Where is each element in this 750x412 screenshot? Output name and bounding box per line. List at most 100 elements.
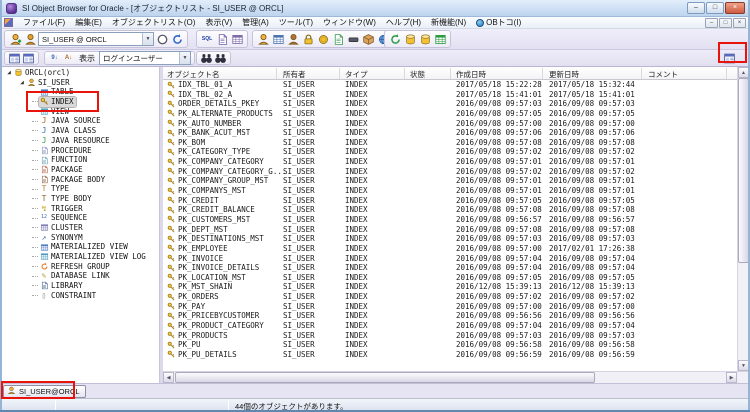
scroll-left-icon[interactable]: ◀ (163, 372, 174, 383)
view-mode-select[interactable]: ログインユーザー ▼ (99, 51, 191, 65)
table-row[interactable]: PK_INVOICE SI_USER INDEX 2016/09/08 09:57:0… (163, 254, 737, 264)
refresh-icon[interactable] (170, 32, 184, 46)
obtoko-menu[interactable]: OBトコ(I) (471, 17, 526, 28)
panel-splitter[interactable] (160, 67, 163, 383)
table-row[interactable]: PK_INVOICE_DETAILS SI_USER INDEX 2016/09/08… (163, 263, 737, 273)
file-menu[interactable]: ファイル(F) (18, 17, 70, 28)
table-row[interactable]: PK_CATEGORY_TYPE SI_USER INDEX 2016/09/08 0… (163, 147, 737, 157)
table-row[interactable]: IDX_TBL_01_A SI_USER INDEX 2017/05/18 15:22… (163, 80, 737, 90)
table-row[interactable]: PK_PRODUCT_CATEGORY SI_USER INDEX 2016/09/0… (163, 321, 737, 331)
column-header-5[interactable]: 更新日時 (549, 69, 579, 80)
data-transfer-icon[interactable] (433, 32, 447, 46)
table-row[interactable]: PK_ALTERNATE_PRODUCTS SI_USER INDEX 2016/09… (163, 109, 737, 119)
table-row[interactable]: PK_BANK_ACUT_MST SI_USER INDEX 2016/09/08 0… (163, 128, 737, 138)
find-next-icon[interactable] (214, 52, 227, 64)
recycle-icon[interactable] (388, 32, 402, 46)
profile-icon[interactable] (316, 32, 330, 46)
tree-item-sequence[interactable]: 12 SEQUENCE (2, 213, 159, 223)
export-icon[interactable] (403, 32, 417, 46)
tree-item-type-body[interactable]: T TYPE BODY (2, 194, 159, 204)
filter-icon[interactable]: A↓ (62, 52, 75, 64)
table-row[interactable]: PK_DEPT_MST SI_USER INDEX 2016/09/08 09:57:… (163, 225, 737, 235)
monitor-icon[interactable] (22, 52, 35, 64)
table-row[interactable]: PK_CREDIT_BALANCE SI_USER INDEX 2016/09/08 … (163, 205, 737, 215)
objectlist-menu[interactable]: オブジェクトリスト(O) (107, 17, 201, 28)
tree-item-type[interactable]: T TYPE (2, 184, 159, 194)
vertical-scrollbar[interactable]: ▲ ▼ (737, 67, 749, 371)
column-header-4[interactable]: 作成日時 (456, 69, 486, 80)
connect-user-icon[interactable] (8, 32, 22, 46)
column-header-2[interactable]: タイプ (345, 69, 368, 80)
table-row[interactable]: PK_CREDIT SI_USER INDEX 2016/09/08 09:57:05… (163, 196, 737, 206)
view-menu[interactable]: 表示(V) (200, 17, 237, 28)
tree-item-materialized-view[interactable]: MATERIALIZED VIEW (2, 242, 159, 252)
session-icon[interactable] (286, 32, 300, 46)
window-menu[interactable]: ウィンドウ(W) (318, 17, 381, 28)
help-menu[interactable]: ヘルプ(H) (381, 17, 426, 28)
minimize-icon[interactable]: – (687, 2, 705, 14)
tree-item-refresh-group[interactable]: REFRESH GROUP (2, 262, 159, 272)
tree-item-synonym[interactable]: ↗ SYNONYM (2, 233, 159, 243)
mdi-close-icon[interactable]: × (733, 18, 746, 28)
expand-arrow-icon[interactable]: ◢ (5, 68, 13, 78)
expand-arrow-icon[interactable]: ◢ (18, 78, 26, 88)
tools-menu[interactable]: ツール(T) (274, 17, 318, 28)
tree-item-user[interactable]: ◢ SI_USER (2, 78, 159, 88)
scroll-right-icon[interactable]: ▶ (726, 372, 737, 383)
column-divider[interactable] (450, 68, 451, 79)
horizontal-scrollbar[interactable]: ◀ ▶ (163, 371, 748, 383)
edit-menu[interactable]: 編集(E) (70, 17, 107, 28)
connection-select[interactable]: SI_USER @ ORCL ▼ (38, 32, 154, 46)
script-icon[interactable] (215, 32, 229, 46)
stop-icon[interactable] (155, 32, 169, 46)
table-row[interactable]: PK_BOM SI_USER INDEX 2016/09/08 09:57:08 201… (163, 138, 737, 148)
tree-panel-icon[interactable] (8, 52, 21, 64)
column-header-3[interactable]: 状態 (410, 69, 425, 80)
table-object-icon[interactable] (271, 32, 285, 46)
tree-item-function[interactable]: FUNCTION (2, 155, 159, 165)
sort-icon[interactable]: 9↓ (48, 52, 61, 64)
table-row[interactable]: PK_MST_SHAIN SI_USER INDEX 2016/12/08 15:39… (163, 282, 737, 292)
table-row[interactable]: PK_PU_DETAILS SI_USER INDEX 2016/09/08 09:5… (163, 350, 737, 360)
file-object-icon[interactable] (331, 32, 345, 46)
table-row[interactable]: PK_LOCATION_MST SI_USER INDEX 2016/09/08 09… (163, 273, 737, 283)
mdi-restore-icon[interactable]: □ (719, 18, 732, 28)
column-divider[interactable] (404, 68, 405, 79)
close-icon[interactable]: × (725, 2, 745, 14)
tree-item-database[interactable]: ◢ ORCL(orcl) (2, 68, 159, 78)
column-divider[interactable] (542, 68, 543, 79)
tree-item-trigger[interactable]: ↯ TRIGGER (2, 204, 159, 214)
column-header-6[interactable]: コメント (648, 69, 678, 80)
column-header-1[interactable]: 所有者 (283, 69, 306, 80)
column-header-0[interactable]: オブジェクト名 (167, 69, 220, 80)
lock-object-icon[interactable] (301, 32, 315, 46)
tree-item-cluster[interactable]: CLUSTER (2, 223, 159, 233)
tree-item-materialized-view-log[interactable]: MATERIALIZED VIEW LOG (2, 252, 159, 262)
column-divider[interactable] (726, 68, 727, 79)
tree-item-package-body[interactable]: PACKAGE BODY (2, 175, 159, 185)
user-object-icon[interactable] (256, 32, 270, 46)
column-divider[interactable] (276, 68, 277, 79)
table-row[interactable]: PK_COMPANYS_MST SI_USER INDEX 2016/09/08 09… (163, 186, 737, 196)
tree-item-database-link[interactable]: ✎ DATABASE LINK (2, 271, 159, 281)
admin-menu[interactable]: 管理(A) (237, 17, 274, 28)
table-row[interactable]: PK_AUTO_NUMBER SI_USER INDEX 2016/09/08 09:… (163, 119, 737, 129)
column-divider[interactable] (339, 68, 340, 79)
find-icon[interactable] (200, 52, 213, 64)
table-row[interactable]: PK_PRICEBYCUSTOMER SI_USER INDEX 2016/09/08… (163, 311, 737, 321)
import-icon[interactable] (418, 32, 432, 46)
table-row[interactable]: PK_CUSTOMERS_MST SI_USER INDEX 2016/09/08 0… (163, 215, 737, 225)
table-row[interactable]: PK_COMPANY_GROUP_MST SI_USER INDEX 2016/09/… (163, 176, 737, 186)
disconnect-user-icon[interactable] (23, 32, 37, 46)
table-row[interactable]: PK_PAY SI_USER INDEX 2016/09/08 09:57:00 201… (163, 302, 737, 312)
newfeatures-menu[interactable]: 新機能(N) (426, 17, 471, 28)
table-row[interactable]: PK_COMPANY_CATEGORY_G... SI_USER INDEX 2016… (163, 167, 737, 177)
table-row[interactable]: PK_PRODUCTS SI_USER INDEX 2016/09/08 09:57:… (163, 331, 737, 341)
horizontal-scroll-thumb[interactable] (175, 372, 595, 383)
table-row[interactable]: PK_PU SI_USER INDEX 2016/09/08 09:56:58 2016… (163, 340, 737, 350)
mdi-minimize-icon[interactable]: – (705, 18, 718, 28)
tree-item-constraint[interactable]: ▯ CONSTRAINT (2, 291, 159, 301)
package-object-icon[interactable] (361, 32, 375, 46)
tree-item-package[interactable]: PACKAGE (2, 165, 159, 175)
table-row[interactable]: PK_EMPLOYEE SI_USER INDEX 2016/09/08 09:57:… (163, 244, 737, 254)
